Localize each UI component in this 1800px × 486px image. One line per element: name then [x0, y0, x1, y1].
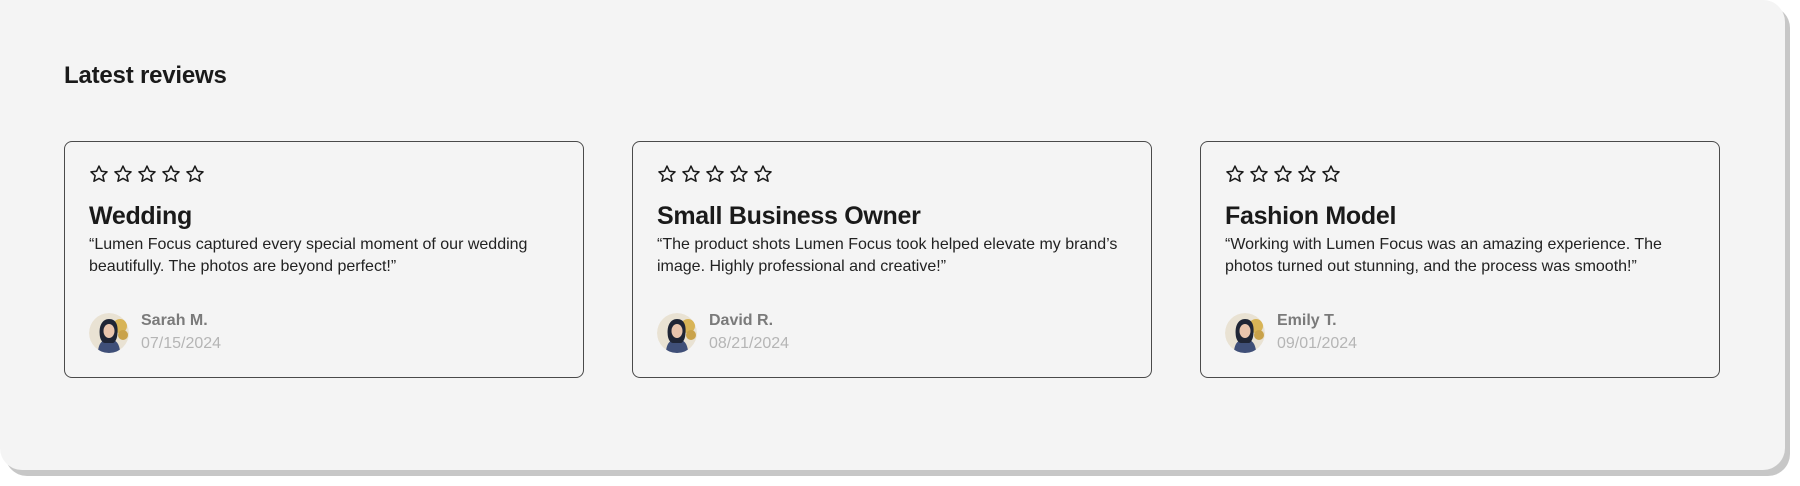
- review-card: Wedding “Lumen Focus captured every spec…: [64, 141, 584, 378]
- author-meta: Sarah M. 07/15/2024: [141, 310, 221, 356]
- star-rating: [89, 164, 559, 186]
- author-meta: David R. 08/21/2024: [709, 310, 789, 356]
- review-quote: “Working with Lumen Focus was an amazing…: [1225, 236, 1662, 275]
- avatar: [657, 313, 697, 353]
- avatar: [89, 313, 129, 353]
- star-icon: [1250, 165, 1268, 182]
- star-icon: [1322, 165, 1340, 182]
- star-icon: [682, 165, 700, 182]
- review-date: 08/21/2024: [709, 335, 790, 352]
- review-quote: “Lumen Focus captured every special mome…: [89, 236, 528, 275]
- star-icon: [658, 165, 676, 182]
- review-author: David R. 08/21/2024: [657, 310, 789, 356]
- star-icon: [1274, 165, 1292, 182]
- star-rating: [1225, 164, 1695, 186]
- star-rating: [657, 164, 1127, 186]
- review-card: Small Business Owner “The product shots …: [632, 141, 1152, 378]
- review-quote: “The product shots Lumen Focus took help…: [657, 236, 1118, 275]
- star-icon: [186, 165, 204, 182]
- star-icon: [1298, 165, 1316, 182]
- star-icon: [162, 165, 180, 182]
- author-name: Sarah M.: [141, 312, 208, 329]
- star-icon: [1226, 165, 1244, 182]
- star-icon: [114, 165, 132, 182]
- review-date: 09/01/2024: [1277, 335, 1358, 352]
- review-author: Sarah M. 07/15/2024: [89, 310, 221, 356]
- review-author: Emily T. 09/01/2024: [1225, 310, 1357, 356]
- review-date: 07/15/2024: [141, 335, 222, 352]
- review-title: Fashion Model: [1225, 202, 1397, 230]
- avatar: [1225, 313, 1265, 353]
- section-title: Latest reviews: [64, 62, 227, 89]
- review-title: Small Business Owner: [657, 202, 921, 230]
- author-name: Emily T.: [1277, 312, 1337, 329]
- author-name: David R.: [709, 312, 774, 329]
- star-icon: [90, 165, 108, 182]
- review-card: Fashion Model “Working with Lumen Focus …: [1200, 141, 1720, 378]
- star-icon: [730, 165, 748, 182]
- review-title: Wedding: [89, 202, 192, 230]
- star-icon: [754, 165, 772, 182]
- reviews-panel: Latest reviews Wedding “Lumen Focus capt…: [0, 0, 1785, 470]
- reviews-list: Wedding “Lumen Focus captured every spec…: [64, 141, 1720, 378]
- star-icon: [138, 165, 156, 182]
- star-icon: [706, 165, 724, 182]
- author-meta: Emily T. 09/01/2024: [1277, 310, 1357, 356]
